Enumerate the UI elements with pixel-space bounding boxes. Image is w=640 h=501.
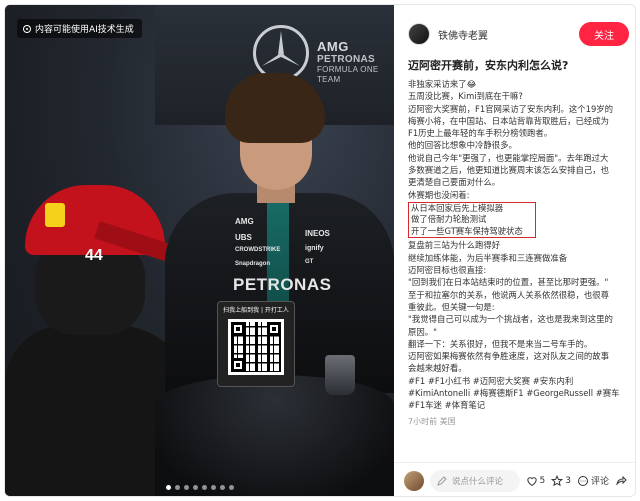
carousel-indicator[interactable] <box>5 485 394 490</box>
ai-content-badge: 内容可能使用AI技术生成 <box>17 19 142 38</box>
post-line: 他的回答比想象中冷静很多。 <box>408 140 517 151</box>
post-line: 多数赛道之后，他更知道比赛周末该怎么安排自己，也 <box>408 165 609 176</box>
carousel-dot[interactable] <box>228 485 234 490</box>
like-count: 5 <box>539 475 546 486</box>
post-line: 迈阿密如果梅赛依然有争胜速度，这对队友之间的故事 <box>408 351 609 362</box>
highlight-box: 从日本回家后先上模拟器 做了倍耐力轮胎测试 开了一些GT赛车保持驾驶状态 <box>408 201 536 239</box>
post-body-rest: 复盘前三站为什么跑得好 继续加练体能，为后半赛季和三连赛做准备 迈阿密目标也很直接:… <box>408 239 632 374</box>
carousel-dot[interactable] <box>219 485 225 490</box>
post-image[interactable]: AMG PETRONAS FORMULA ONE TEAM 内容可能使用AI技术… <box>5 5 394 496</box>
carousel-dot[interactable] <box>210 485 216 490</box>
hashtag-line[interactable]: #F1 #F1小红书 #迈阿密大奖赛 #安东内利 <box>408 375 632 387</box>
star-icon <box>551 474 564 486</box>
post-line: "我觉得自己可以成为一个挑战者，这也是我来到这里的 <box>408 314 613 325</box>
qr-code <box>228 319 284 375</box>
comment-placeholder: 说点什么评论 <box>452 476 504 487</box>
post-line: 会越来越好看。 <box>408 363 467 374</box>
carousel-dot[interactable] <box>174 485 180 490</box>
carousel-dot[interactable] <box>165 485 171 490</box>
hashtag-line[interactable]: #KimiAntonelli #梅赛德斯F1 #GeorgeRussell #赛… <box>408 387 632 399</box>
suit-logo-ineos: INEOS <box>305 229 330 238</box>
share-icon <box>616 475 627 486</box>
suit-logo-gt: GT <box>305 259 314 265</box>
suit-logo-snapdragon: Snapdragon <box>235 261 271 267</box>
hashtag-line[interactable]: #F1车迷 #体育笔记 <box>408 399 632 411</box>
post-line: 五周没比赛，Kimi到底在干嘛? <box>408 91 523 102</box>
pencil-icon <box>437 475 447 486</box>
author-avatar[interactable] <box>408 23 430 45</box>
ferrari-badge-icon <box>45 203 65 227</box>
post-line: 复盘前三站为什么跑得好 <box>408 240 501 251</box>
post-line: "回到我们在日本站结束时的位置，甚至比那时更强。" <box>408 277 609 288</box>
post-line: 他说自己今年"更强了，也更能掌控局面"。去年跑过大 <box>408 152 609 163</box>
collect-button[interactable]: 3 <box>551 474 571 487</box>
collect-count: 3 <box>565 475 571 486</box>
post-line: 从日本回家后先上模拟器 <box>411 202 504 213</box>
like-button[interactable]: 5 <box>526 475 546 487</box>
post-title: 迈阿密开赛前，安东内利怎么说? <box>408 59 569 72</box>
suit-logo-crowdstrike: CROWDSTRIKE <box>235 247 281 253</box>
post-line: 休赛期也没闲着: <box>408 189 470 200</box>
post-line: 翻译一下：关系很好，但我不是来当二号车手的。 <box>408 338 593 349</box>
post-line: 非独家采访来了😂 <box>408 79 477 89</box>
post-line: 迈阿密目标也很直接: <box>408 265 487 276</box>
post-line: 原因。" <box>408 326 437 337</box>
post-window: AMG PETRONAS FORMULA ONE TEAM 内容可能使用AI技术… <box>4 4 636 497</box>
comment-input[interactable]: 说点什么评论 <box>430 469 520 492</box>
post-line: 梅赛小将，在中国站、日本站背靠背取胜后，已经成为 <box>408 115 609 126</box>
carousel-dot[interactable] <box>183 485 189 490</box>
suit-logo-ignify: ignify <box>305 245 324 252</box>
carousel-dot[interactable] <box>201 485 207 490</box>
amg-brand-text: AMG <box>317 39 349 54</box>
hashtag-list: #F1 #F1小红书 #迈阿密大奖赛 #安东内利 #KimiAntonelli #… <box>408 375 632 412</box>
post-content: 迈阿密开赛前，安东内利怎么说? 非独家采访来了😂 五周没比赛，Kimi到底在干嘛?… <box>408 57 632 461</box>
post-body-intro: 非独家采访来了😂 五周没比赛，Kimi到底在干嘛? 迈阿密大奖赛前，F1官网采访了安… <box>408 78 632 201</box>
info-icon <box>23 24 31 33</box>
post-line: F1历史上最年轻的车手积分榜领跑者。 <box>408 128 553 139</box>
follow-button[interactable]: 关注 <box>579 22 629 46</box>
cap-number: 44 <box>85 247 103 264</box>
suit-logo-petronas: PETRONAS <box>233 275 332 294</box>
comment-label: 评论 <box>590 477 609 487</box>
post-line: 至于和拉塞尔的关系，他说两人关系依然很稳，也很尊 <box>408 289 609 300</box>
author-name[interactable]: 铁佛寺老翼 <box>438 27 579 42</box>
interaction-bar: 说点什么评论 5 3 评论 <box>394 462 635 496</box>
post-line: 重彼此。但关键一句是: <box>408 301 495 312</box>
qr-stand-title: 扫我上船到我 | 开打工人 <box>223 307 289 314</box>
post-line: 继续加练体能，为后半赛季和三连赛做准备 <box>408 252 568 263</box>
post-detail-panel: 铁佛寺老翼 关注 迈阿密开赛前，安东内利怎么说? 非独家采访来了😂 五周没比赛，K… <box>394 5 635 496</box>
team-brand-text: PETRONAS FORMULA ONE TEAM <box>317 54 379 85</box>
post-meta: 7小时前 美国 <box>408 416 456 426</box>
heart-icon <box>526 476 537 486</box>
share-button[interactable] <box>615 475 627 487</box>
round-table <box>155 375 394 496</box>
post-line: 更清楚自己要面对什么。 <box>408 177 501 188</box>
post-line: 做了倍耐力轮胎测试 <box>411 214 487 225</box>
carousel-dot[interactable] <box>192 485 198 490</box>
cup <box>325 355 355 395</box>
suit-logo-ubs: UBS <box>235 233 252 242</box>
suit-teal-stripe <box>267 203 289 313</box>
comment-button[interactable]: 评论 <box>577 474 609 487</box>
author-bar: 铁佛寺老翼 关注 <box>408 17 629 51</box>
my-avatar <box>404 470 424 491</box>
left-person: 44 <box>5 125 195 496</box>
post-line: 迈阿密大奖赛前，F1官网采访了安东内利。这个19岁的 <box>408 103 614 114</box>
comment-icon <box>577 475 588 486</box>
suit-logo-amg: AMG <box>235 217 254 226</box>
post-line: 开了一些GT赛车保持驾驶状态 <box>411 225 523 236</box>
